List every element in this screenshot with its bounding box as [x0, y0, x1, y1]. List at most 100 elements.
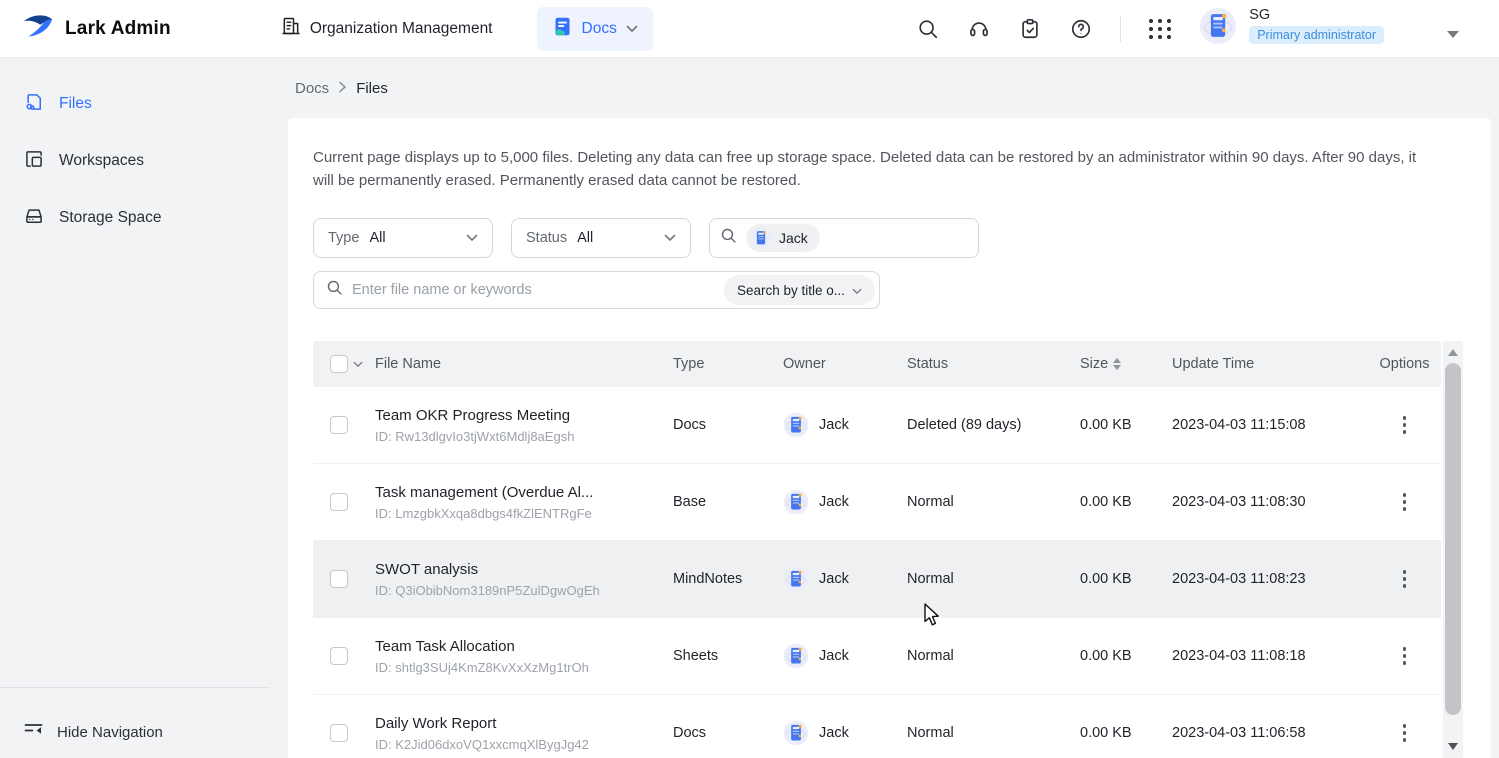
storage-drive-icon [24, 206, 44, 231]
avatar [783, 489, 809, 515]
building-icon [281, 16, 301, 41]
sidebar-item-label: Files [59, 95, 92, 113]
file-update-time: 2023-04-03 11:15:08 [1172, 417, 1374, 433]
col-owner: Owner [783, 356, 907, 372]
file-name[interactable]: Team Task Allocation [375, 638, 659, 655]
row-checkbox[interactable] [330, 493, 348, 511]
sidebar: Files Workspaces Storage Space [0, 58, 283, 758]
nav-organization-management[interactable]: Organization Management [281, 16, 493, 41]
docs-icon [552, 16, 573, 42]
breadcrumb-files: Files [356, 80, 388, 97]
file-update-time: 2023-04-03 11:06:58 [1172, 725, 1374, 741]
nav-docs-switcher[interactable]: Docs [537, 7, 653, 51]
owner-search-field[interactable]: Jack [709, 218, 979, 258]
file-search-bar: Search by title o... [313, 271, 880, 309]
support-headset-icon[interactable] [967, 17, 991, 41]
select-all-checkbox[interactable] [330, 355, 348, 373]
sidebar-item-label: Workspaces [59, 152, 144, 170]
owner-cell: Jack [783, 566, 907, 592]
workspaces-icon [24, 149, 44, 174]
select-menu-chevron-icon[interactable] [353, 356, 363, 372]
type-filter-value: All [369, 230, 385, 246]
table-scrollbar[interactable] [1443, 341, 1463, 758]
scroll-up-arrow-icon[interactable] [1448, 349, 1458, 356]
file-size: 0.00 KB [1080, 494, 1172, 510]
user-menu-caret-icon[interactable] [1447, 31, 1459, 38]
file-name[interactable]: Task management (Overdue Al... [375, 484, 659, 501]
row-options-button[interactable] [1397, 564, 1413, 594]
row-options-button[interactable] [1397, 410, 1413, 440]
col-status: Status [907, 356, 1080, 372]
sidebar-item-storage-space[interactable]: Storage Space [24, 198, 283, 238]
search-scope-select[interactable]: Search by title o... [724, 275, 875, 305]
owner-cell: Jack [783, 412, 907, 438]
header-divider [1120, 16, 1121, 42]
file-search-input[interactable] [352, 282, 715, 298]
file-id: ID: K2Jid06dxoVQ1xxcmqXlBygJg42 [375, 737, 659, 752]
nav-org-label: Organization Management [310, 20, 493, 38]
status-filter-select[interactable]: Status All [511, 218, 691, 258]
owner-filter-tag[interactable]: Jack [746, 224, 820, 252]
file-size: 0.00 KB [1080, 725, 1172, 741]
owner-name: Jack [819, 648, 849, 664]
sidebar-item-label: Storage Space [59, 209, 162, 227]
scrollbar-thumb[interactable] [1445, 363, 1461, 715]
file-name[interactable]: SWOT analysis [375, 561, 659, 578]
avatar [783, 643, 809, 669]
help-icon[interactable] [1069, 17, 1093, 41]
file-name[interactable]: Team OKR Progress Meeting [375, 407, 659, 424]
search-icon[interactable] [916, 17, 940, 41]
col-update-time: Update Time [1172, 356, 1374, 372]
table-body: Team OKR Progress Meeting ID: Rw13dlgvIo… [313, 387, 1441, 758]
sidebar-item-files[interactable]: Files [24, 84, 283, 124]
hide-navigation-label: Hide Navigation [57, 724, 163, 741]
file-type: Docs [673, 417, 783, 433]
file-type: Sheets [673, 648, 783, 664]
file-id: ID: Rw13dlgvIo3tjWxt6Mdlj8aEgsh [375, 429, 659, 444]
file-status: Normal [907, 571, 1080, 587]
storage-notice-text: Current page displays up to 5,000 files.… [288, 118, 1460, 192]
file-type: MindNotes [673, 571, 783, 587]
row-checkbox[interactable] [330, 416, 348, 434]
apps-grid-icon[interactable] [1148, 17, 1172, 41]
col-options: Options [1374, 356, 1441, 372]
feedback-clipboard-icon[interactable] [1018, 17, 1042, 41]
row-checkbox[interactable] [330, 570, 348, 588]
col-size-sort[interactable]: Size [1080, 356, 1172, 372]
type-filter-select[interactable]: Type All [313, 218, 493, 258]
chevron-down-icon [852, 283, 862, 298]
file-update-time: 2023-04-03 11:08:18 [1172, 648, 1374, 664]
row-options-button[interactable] [1397, 487, 1413, 517]
avatar [783, 720, 809, 746]
search-icon [720, 227, 737, 249]
file-status: Normal [907, 648, 1080, 664]
breadcrumb: Docs Files [283, 58, 388, 118]
lark-logo-icon [22, 12, 55, 46]
chevron-right-icon [338, 80, 347, 97]
table-row: Daily Work Report ID: K2Jid06dxoVQ1xxcmq… [313, 695, 1441, 758]
file-type: Docs [673, 725, 783, 741]
hide-navigation-button[interactable]: Hide Navigation [24, 722, 163, 742]
row-checkbox[interactable] [330, 647, 348, 665]
files-doc-cloud-icon [24, 92, 44, 117]
user-menu[interactable]: SG Primary administrator [1199, 7, 1384, 50]
file-type: Base [673, 494, 783, 510]
sidebar-item-workspaces[interactable]: Workspaces [24, 141, 283, 181]
col-size-label: Size [1080, 356, 1108, 372]
status-filter-value: All [577, 230, 593, 246]
table-row: Task management (Overdue Al... ID: Lmzgb… [313, 464, 1441, 541]
breadcrumb-docs[interactable]: Docs [295, 80, 329, 97]
chevron-down-icon [626, 20, 638, 38]
file-status: Deleted (89 days) [907, 417, 1080, 433]
table-row: Team OKR Progress Meeting ID: Rw13dlgvIo… [313, 387, 1441, 464]
row-options-button[interactable] [1397, 641, 1413, 671]
row-checkbox[interactable] [330, 724, 348, 742]
avatar [783, 566, 809, 592]
file-size: 0.00 KB [1080, 648, 1172, 664]
scroll-down-arrow-icon[interactable] [1448, 743, 1458, 750]
owner-name: Jack [819, 494, 849, 510]
row-options-button[interactable] [1397, 718, 1413, 748]
file-name[interactable]: Daily Work Report [375, 715, 659, 732]
status-filter-label: Status [526, 230, 567, 246]
owner-tag-label: Jack [779, 230, 808, 246]
